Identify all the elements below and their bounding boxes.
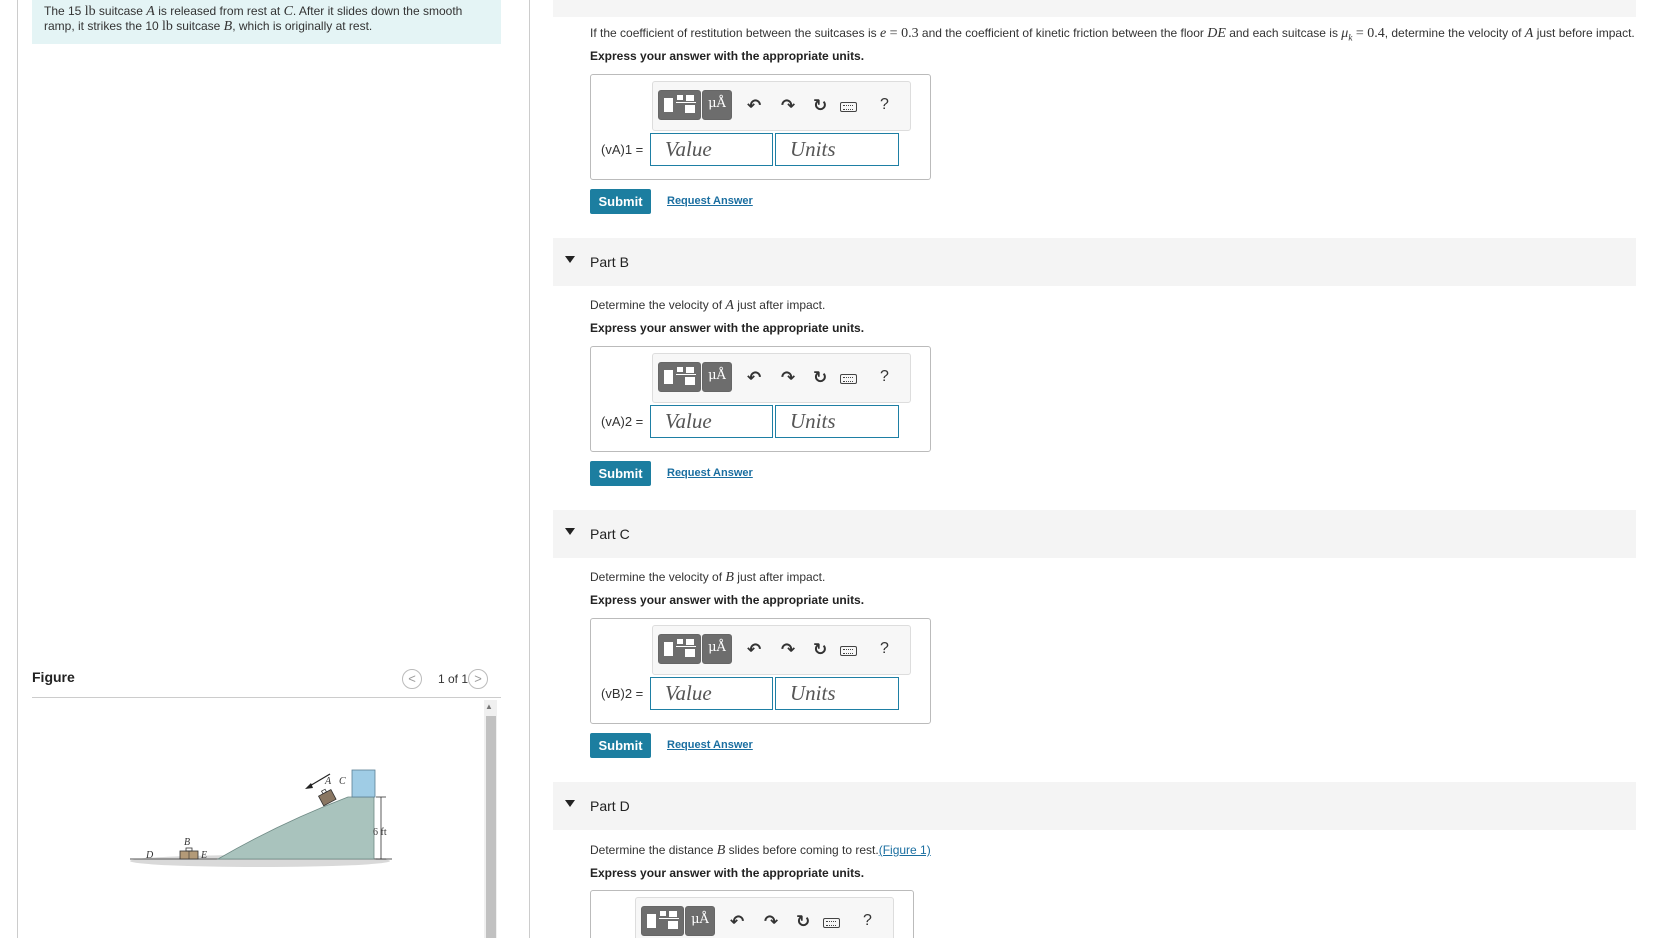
reset-icon[interactable]: ↻ <box>796 912 810 932</box>
help-icon[interactable]: ? <box>880 368 889 386</box>
part-b-question: Determine the velocity of A just after i… <box>590 298 826 313</box>
templates-button[interactable] <box>641 906 684 936</box>
reset-icon[interactable]: ↻ <box>813 96 827 116</box>
collapse-triangle-icon[interactable] <box>565 800 575 807</box>
part-a-answer-box: μÅ ↶ ↷ ↻ ? (vA)1 = <box>590 74 931 180</box>
part-a-header-bar <box>553 0 1636 17</box>
part-c-units-input[interactable] <box>775 677 899 710</box>
part-a-instruction: Express your answer with the appropriate… <box>590 49 865 63</box>
figure-link[interactable]: (Figure 1) <box>879 843 931 857</box>
ramp-diagram: A C B D E 6 ft <box>130 769 392 867</box>
part-c-math-toolbar: μÅ ↶ ↷ ↻ ? <box>652 625 911 675</box>
part-d-header[interactable]: Part D <box>553 782 1636 830</box>
templates-button[interactable] <box>658 362 701 392</box>
collapse-triangle-icon[interactable] <box>565 256 575 263</box>
part-d-instruction: Express your answer with the appropriate… <box>590 866 865 880</box>
figure-heading: Figure <box>32 669 75 685</box>
prev-figure-button[interactable]: < <box>402 669 422 689</box>
redo-icon[interactable]: ↷ <box>781 368 795 388</box>
part-b-answer-box: μÅ ↶ ↷ ↻ ? (vA)2 = <box>590 346 931 452</box>
part-b-value-input[interactable] <box>650 405 773 438</box>
keyboard-icon[interactable] <box>840 102 857 112</box>
part-c-variable-label: (vB)2 = <box>601 686 644 701</box>
part-a-submit-button[interactable]: Submit <box>590 189 651 214</box>
symbols-button[interactable]: μÅ <box>685 906 715 936</box>
keyboard-icon[interactable] <box>823 918 840 928</box>
templates-button[interactable] <box>658 634 701 664</box>
part-c-value-input[interactable] <box>650 677 773 710</box>
symbols-button[interactable]: μÅ <box>702 90 732 120</box>
scroll-up-arrow-icon[interactable]: ▲ <box>485 702 493 711</box>
chevron-left-icon: < <box>408 671 416 686</box>
label-a: A <box>324 776 332 787</box>
figure-counter: 1 of 1 <box>438 672 469 686</box>
reset-icon[interactable]: ↻ <box>813 640 827 660</box>
figure-scrollbar-thumb[interactable] <box>486 716 496 938</box>
next-figure-button[interactable]: > <box>468 669 488 689</box>
suitcase-c-box <box>351 769 376 798</box>
label-height: 6 ft <box>373 827 387 838</box>
undo-icon[interactable]: ↶ <box>747 96 761 116</box>
undo-icon[interactable]: ↶ <box>730 912 744 932</box>
part-c-instruction: Express your answer with the appropriate… <box>590 593 865 607</box>
part-d-question: Determine the distance B slides before c… <box>590 843 931 858</box>
part-c-submit-button[interactable]: Submit <box>590 733 651 758</box>
part-a-value-input[interactable] <box>650 133 773 166</box>
arrow-head-icon <box>305 783 313 789</box>
part-c-header[interactable]: Part C <box>553 510 1636 558</box>
templates-button[interactable] <box>658 90 701 120</box>
part-c-answer-box: μÅ ↶ ↷ ↻ ? (vB)2 = <box>590 618 931 724</box>
part-b-title: Part B <box>590 254 629 270</box>
part-d-math-toolbar: μÅ ↶ ↷ ↻ ? <box>635 897 894 938</box>
part-a-request-answer-link[interactable]: Request Answer <box>667 195 753 207</box>
part-b-variable-label: (vA)2 = <box>601 414 644 429</box>
part-b-instruction: Express your answer with the appropriate… <box>590 321 865 335</box>
keyboard-icon[interactable] <box>840 646 857 656</box>
ramp <box>216 796 375 860</box>
part-c-title: Part C <box>590 526 630 542</box>
part-a-variable-label: (vA)1 = <box>601 142 644 157</box>
label-e: E <box>200 850 207 861</box>
collapse-triangle-icon[interactable] <box>565 528 575 535</box>
right-panel: If the coefficient of restitution betwee… <box>553 0 1654 938</box>
keyboard-icon[interactable] <box>840 374 857 384</box>
redo-icon[interactable]: ↷ <box>781 96 795 116</box>
part-c-request-answer-link[interactable]: Request Answer <box>667 739 753 751</box>
part-a-units-input[interactable] <box>775 133 899 166</box>
figure-divider <box>32 697 501 698</box>
part-a-question: If the coefficient of restitution betwee… <box>590 26 1635 43</box>
part-b-header[interactable]: Part B <box>553 238 1636 286</box>
part-c-question: Determine the velocity of B just after i… <box>590 570 826 585</box>
symbols-button[interactable]: μÅ <box>702 634 732 664</box>
label-d: D <box>145 850 154 861</box>
chevron-right-icon: > <box>474 671 482 686</box>
help-icon[interactable]: ? <box>863 912 872 930</box>
part-b-math-toolbar: μÅ ↶ ↷ ↻ ? <box>652 353 911 403</box>
help-icon[interactable]: ? <box>880 96 889 114</box>
part-b-request-answer-link[interactable]: Request Answer <box>667 467 753 479</box>
reset-icon[interactable]: ↻ <box>813 368 827 388</box>
part-a-math-toolbar: μÅ ↶ ↷ ↻ ? <box>652 81 911 131</box>
problem-statement: The 15 lb suitcase A is released from re… <box>32 0 501 44</box>
help-icon[interactable]: ? <box>880 640 889 658</box>
symbols-button[interactable]: μÅ <box>702 362 732 392</box>
undo-icon[interactable]: ↶ <box>747 640 761 660</box>
undo-icon[interactable]: ↶ <box>747 368 761 388</box>
redo-icon[interactable]: ↷ <box>781 640 795 660</box>
label-b: B <box>184 837 190 848</box>
label-c: C <box>339 776 346 787</box>
part-b-submit-button[interactable]: Submit <box>590 461 651 486</box>
part-d-title: Part D <box>590 798 630 814</box>
part-b-units-input[interactable] <box>775 405 899 438</box>
part-d-answer-box: μÅ ↶ ↷ ↻ ? <box>590 890 914 938</box>
redo-icon[interactable]: ↷ <box>764 912 778 932</box>
